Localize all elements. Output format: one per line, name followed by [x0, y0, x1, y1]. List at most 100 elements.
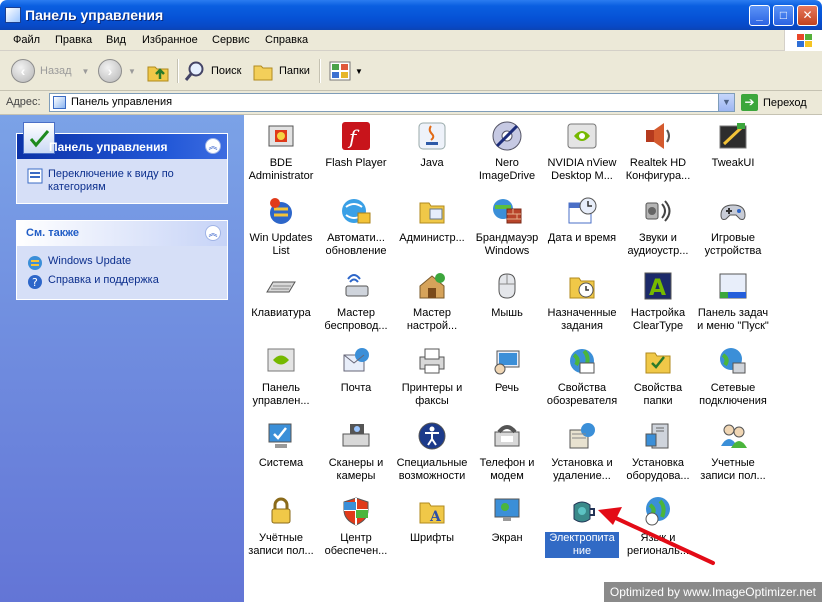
item-label: Система	[258, 457, 304, 469]
close-button[interactable]: ✕	[797, 5, 818, 26]
item-label: Свойства обозревателя	[546, 382, 618, 407]
java-icon	[416, 120, 448, 152]
control-panel-item[interactable]: Свойства папки	[621, 345, 695, 408]
window-title: Панель управления	[25, 7, 164, 23]
control-panel-item[interactable]: Язык и региональ...	[621, 495, 695, 558]
address-field[interactable]: Панель управления ▼	[49, 93, 735, 112]
item-label: Сканеры и камеры	[328, 457, 384, 482]
control-panel-item[interactable]: Сетевые подключения	[696, 345, 770, 408]
control-panel-item[interactable]: Учетные записи пол...	[696, 420, 770, 483]
control-panel-item[interactable]: Принтеры и факсы	[395, 345, 469, 408]
menu-view[interactable]: Вид	[106, 34, 126, 46]
control-panel-item[interactable]: Система	[244, 420, 318, 470]
chevron-down-icon[interactable]: ▼	[82, 67, 90, 76]
panel-header[interactable]: См. также ︽	[17, 221, 227, 246]
control-panel-item[interactable]: Звуки и аудиоустр...	[621, 195, 695, 258]
control-panel-item[interactable]: A Настройка ClearType	[621, 270, 695, 333]
back-button[interactable]: ‹ Назад ▼	[11, 57, 89, 85]
maximize-button[interactable]: □	[773, 5, 794, 26]
forward-button[interactable]: › ▼	[98, 57, 136, 85]
control-panel-item[interactable]: Win Updates List	[244, 195, 318, 258]
item-label: Язык и региональ...	[626, 532, 690, 557]
fonts-icon: A	[416, 495, 448, 527]
flash-icon: f	[340, 120, 372, 152]
control-panel-item[interactable]: Realtek HD Конфигура...	[621, 120, 695, 183]
item-label: Автомати... обновление	[325, 232, 387, 257]
control-panel-item[interactable]: Панель управлен...	[244, 345, 318, 408]
search-button[interactable]: Поиск	[184, 57, 241, 85]
firewall-icon	[491, 195, 523, 227]
mail-icon	[340, 345, 372, 377]
control-panel-item[interactable]: Свойства обозревателя	[545, 345, 619, 408]
item-label: Мышь	[491, 307, 523, 319]
menu-edit[interactable]: Правка	[55, 34, 92, 46]
menu-tools[interactable]: Сервис	[212, 34, 250, 46]
chevron-down-icon[interactable]: ▼	[128, 67, 136, 76]
collapse-icon[interactable]: ︽	[205, 138, 221, 154]
views-button[interactable]: ▼	[328, 57, 363, 85]
item-label: Звуки и аудиоустр...	[627, 232, 689, 257]
collapse-icon[interactable]: ︽	[205, 225, 221, 241]
internet-options-icon	[566, 345, 598, 377]
control-panel-item[interactable]: Мышь	[470, 270, 544, 320]
item-label: Центр обеспечен...	[324, 532, 388, 557]
control-panel-item[interactable]: Речь	[470, 345, 544, 395]
control-panel-panel: Панель управления ︽ Переключение к виду …	[16, 122, 228, 204]
date-time-icon	[566, 195, 598, 227]
minimize-button[interactable]: _	[749, 5, 770, 26]
item-label: Шрифты	[409, 532, 455, 544]
item-label: Realtek HD Конфигура...	[625, 157, 691, 182]
control-panel-item[interactable]: Брандмауэр Windows	[470, 195, 544, 258]
menu-favorites[interactable]: Избранное	[142, 34, 198, 46]
control-panel-item[interactable]: Администр...	[395, 195, 469, 245]
control-panel-item[interactable]: Установка и удаление...	[545, 420, 619, 483]
control-panel-item[interactable]: NVIDIA nView Desktop M...	[545, 120, 619, 183]
control-panel-item[interactable]: Экран	[470, 495, 544, 545]
up-button[interactable]	[146, 57, 170, 85]
control-panel-item[interactable]: f Flash Player	[319, 120, 393, 170]
control-panel-item[interactable]: Центр обеспечен...	[319, 495, 393, 558]
control-panel-item[interactable]: Клавиатура	[244, 270, 318, 320]
control-panel-item[interactable]: Игровые устройства	[696, 195, 770, 258]
go-button[interactable]: ➔ Переход	[741, 94, 807, 111]
control-panel-item[interactable]: Почта	[319, 345, 393, 395]
item-label: Брандмауэр Windows	[475, 232, 539, 257]
control-panel-item[interactable]: Учётные записи пол...	[244, 495, 318, 558]
item-label: Назначенные задания	[547, 307, 617, 332]
control-panel-item[interactable]: Дата и время	[545, 195, 619, 245]
control-panel-item[interactable]: BDE Administrator	[244, 120, 318, 183]
control-panel-item[interactable]: Мастер беспровод...	[319, 270, 393, 333]
menu-file[interactable]: Файл	[13, 34, 40, 46]
control-panel-item[interactable]: Установка оборудова...	[621, 420, 695, 483]
item-label: Клавиатура	[251, 307, 311, 319]
control-panel-item[interactable]: Панель задач и меню "Пуск"	[696, 270, 770, 333]
folders-button[interactable]: Папки	[252, 57, 310, 85]
item-label: Администр...	[399, 232, 465, 244]
control-panel-item[interactable]: Мастер настрой...	[395, 270, 469, 333]
control-panel-item[interactable]: Назначенные задания	[545, 270, 619, 333]
windows-update-link[interactable]: Windows Update	[27, 255, 219, 271]
switch-to-category-view-link[interactable]: Переключение к виду по категориям	[27, 168, 219, 194]
printer-icon	[416, 345, 448, 377]
control-panel-item[interactable]: Электропита ние	[545, 495, 619, 558]
help-support-link[interactable]: ? Справка и поддержка	[27, 274, 219, 290]
search-icon	[184, 61, 204, 81]
control-panel-item[interactable]: A Шрифты	[395, 495, 469, 545]
control-panel-item[interactable]: Телефон и модем	[470, 420, 544, 483]
control-panel-item[interactable]: Java	[395, 120, 469, 170]
control-panel-item[interactable]: Сканеры и камеры	[319, 420, 393, 483]
chevron-down-icon[interactable]: ▼	[718, 94, 734, 111]
toolbar: ‹ Назад ▼ › ▼ Поиск Папки ▼	[0, 51, 822, 91]
menu-help[interactable]: Справка	[265, 34, 308, 46]
see-also-panel: См. также ︽ Windows Update ? Справка и п…	[16, 220, 228, 300]
back-arrow-icon: ‹	[11, 59, 35, 83]
item-label: BDE Administrator	[248, 157, 314, 182]
control-panel-item[interactable]: Nero ImageDrive	[470, 120, 544, 183]
speech-icon	[491, 345, 523, 377]
control-panel-item[interactable]: Автомати... обновление	[319, 195, 393, 258]
control-panel-item[interactable]: Специальные возможности	[395, 420, 469, 483]
system-icon	[265, 420, 297, 452]
control-panel-item[interactable]: TweakUI	[696, 120, 770, 170]
panel-header[interactable]: Панель управления ︽	[17, 122, 227, 159]
item-label: Установка и удаление...	[551, 457, 613, 482]
